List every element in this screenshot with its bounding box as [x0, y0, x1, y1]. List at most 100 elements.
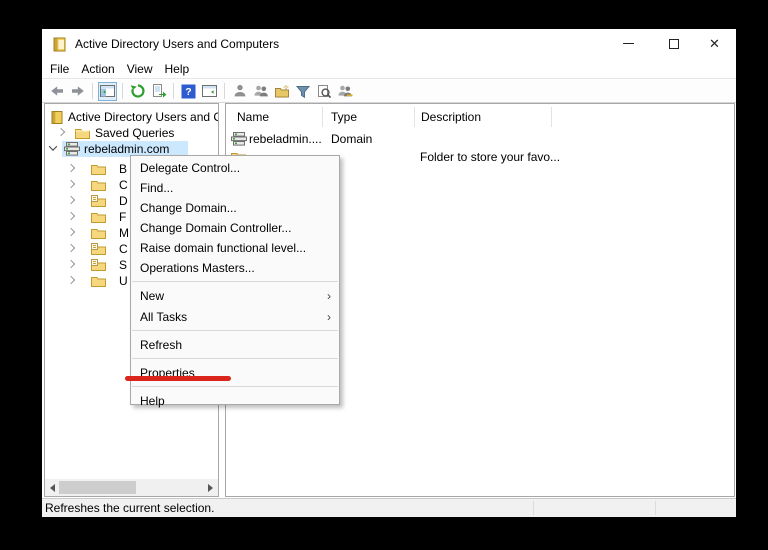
tree-item-child[interactable]: M	[66, 225, 129, 241]
tree-item-label: U	[119, 274, 128, 288]
menu-item-help[interactable]: Help	[131, 390, 339, 411]
tree-item-label: C	[119, 178, 128, 192]
new-group-icon[interactable]	[251, 82, 270, 101]
back-icon[interactable]	[47, 82, 66, 101]
tree-item-child[interactable]: F	[66, 209, 126, 225]
tree-horizontal-scrollbar[interactable]	[45, 479, 218, 496]
tree-item-label: Active Directory Users and Com	[68, 110, 218, 124]
column-header-description[interactable]: Description	[421, 107, 481, 127]
menu-action[interactable]: Action	[77, 62, 118, 76]
menu-item-raise-functional-level[interactable]: Raise domain functional level...	[131, 238, 339, 258]
tree-item-root[interactable]: Active Directory Users and Com	[51, 109, 218, 125]
folder-icon	[75, 127, 90, 139]
chevron-right-icon[interactable]	[66, 163, 76, 173]
column-divider[interactable]	[322, 107, 323, 127]
show-console-tree-icon[interactable]	[98, 81, 117, 101]
submenu-arrow-icon: ›	[327, 309, 331, 324]
find-icon[interactable]	[314, 82, 333, 101]
cell-name: rebeladmin....	[249, 132, 322, 146]
tree-item-saved-queries[interactable]: Saved Queries	[56, 125, 174, 141]
menu-item-label: Help	[140, 393, 165, 408]
maximize-button[interactable]	[665, 35, 682, 52]
list-row-domain[interactable]: rebeladmin.... Domain	[231, 131, 372, 147]
menu-item-find[interactable]: Find...	[131, 178, 339, 198]
export-list-icon[interactable]	[149, 82, 168, 101]
menu-item-change-domain[interactable]: Change Domain...	[131, 198, 339, 218]
ou-folder-icon	[91, 243, 106, 255]
menu-item-label: Raise domain functional level...	[140, 241, 307, 255]
menu-separator	[132, 330, 338, 331]
menu-separator	[132, 281, 338, 282]
chevron-down-icon[interactable]	[48, 142, 58, 151]
column-divider[interactable]	[551, 107, 552, 127]
menu-item-all-tasks[interactable]: All Tasks ›	[131, 306, 339, 327]
column-divider[interactable]	[414, 107, 415, 127]
menu-item-operations-masters[interactable]: Operations Masters...	[131, 258, 339, 278]
chevron-right-icon[interactable]	[66, 227, 76, 237]
new-user-icon[interactable]	[230, 82, 249, 101]
scrollbar-thumb[interactable]	[59, 481, 136, 494]
folder-icon	[91, 211, 106, 223]
cell-type: Domain	[331, 132, 373, 146]
column-header-type[interactable]: Type	[331, 107, 357, 127]
status-bar: Refreshes the current selection.	[42, 498, 736, 517]
chevron-right-icon[interactable]	[66, 195, 76, 205]
refresh-icon[interactable]	[128, 82, 147, 101]
chevron-right-icon[interactable]	[66, 179, 76, 189]
ou-folder-icon	[91, 259, 106, 271]
tree-item-child[interactable]: C	[66, 177, 128, 193]
menu-item-delegate-control[interactable]: Delegate Control...	[131, 158, 339, 178]
help-icon[interactable]: ?	[179, 82, 198, 101]
status-separator	[533, 501, 534, 515]
folder-icon	[91, 275, 106, 287]
minimize-button[interactable]	[620, 35, 637, 52]
close-button[interactable]: ✕	[706, 35, 723, 52]
status-text: Refreshes the current selection.	[45, 501, 215, 515]
scroll-right-icon[interactable]	[203, 479, 218, 496]
tree-item-label: rebeladmin.com	[84, 142, 170, 156]
delegate-icon[interactable]	[335, 82, 354, 101]
submenu-arrow-icon: ›	[327, 288, 331, 303]
new-container-icon[interactable]	[272, 82, 291, 101]
status-separator	[655, 501, 656, 515]
menu-file[interactable]: File	[46, 62, 73, 76]
menu-item-refresh[interactable]: Refresh	[131, 334, 339, 355]
column-header-name[interactable]: Name	[237, 107, 269, 127]
tree-item-child[interactable]: B	[66, 161, 127, 177]
menu-item-label: Delegate Control...	[140, 161, 241, 175]
menu-help[interactable]: Help	[161, 62, 194, 76]
maximize-icon	[668, 38, 679, 49]
tree-item-label: S	[119, 258, 128, 272]
tree-item-child[interactable]: C	[66, 241, 128, 257]
show-action-pane-icon[interactable]	[200, 82, 219, 101]
toolbar-separator	[122, 83, 123, 99]
menu-item-new[interactable]: New ›	[131, 285, 339, 306]
menu-item-label: Change Domain Controller...	[140, 221, 292, 235]
forward-icon[interactable]	[68, 82, 87, 101]
chevron-right-icon[interactable]	[56, 127, 66, 137]
toolbar-separator	[224, 83, 225, 99]
menu-item-change-domain-controller[interactable]: Change Domain Controller...	[131, 218, 339, 238]
menu-item-label: New	[140, 288, 165, 303]
domain-icon	[231, 132, 247, 146]
menu-separator	[132, 358, 338, 359]
window-title: Active Directory Users and Computers	[75, 37, 280, 51]
ou-folder-icon	[91, 195, 106, 207]
chevron-right-icon[interactable]	[66, 275, 76, 285]
menu-item-label: Change Domain...	[140, 201, 237, 215]
chevron-right-icon[interactable]	[66, 259, 76, 269]
chevron-right-icon[interactable]	[66, 211, 76, 221]
svg-text:?: ?	[185, 86, 191, 98]
scroll-left-icon[interactable]	[45, 479, 60, 496]
minimize-icon	[623, 43, 634, 44]
context-menu: Delegate Control... Find... Change Domai…	[125, 155, 340, 408]
tree-item-label: C	[119, 242, 128, 256]
tree-item-child[interactable]: S	[66, 257, 128, 273]
tree-item-child[interactable]: D	[66, 193, 128, 209]
menu-view[interactable]: View	[123, 62, 157, 76]
aduc-window: Active Directory Users and Computers ✕ F…	[42, 29, 736, 517]
chevron-right-icon[interactable]	[66, 243, 76, 253]
tree-item-child[interactable]: U	[66, 273, 128, 289]
filter-icon[interactable]	[293, 82, 312, 101]
cell-description: Folder to store your favo...	[420, 150, 561, 164]
